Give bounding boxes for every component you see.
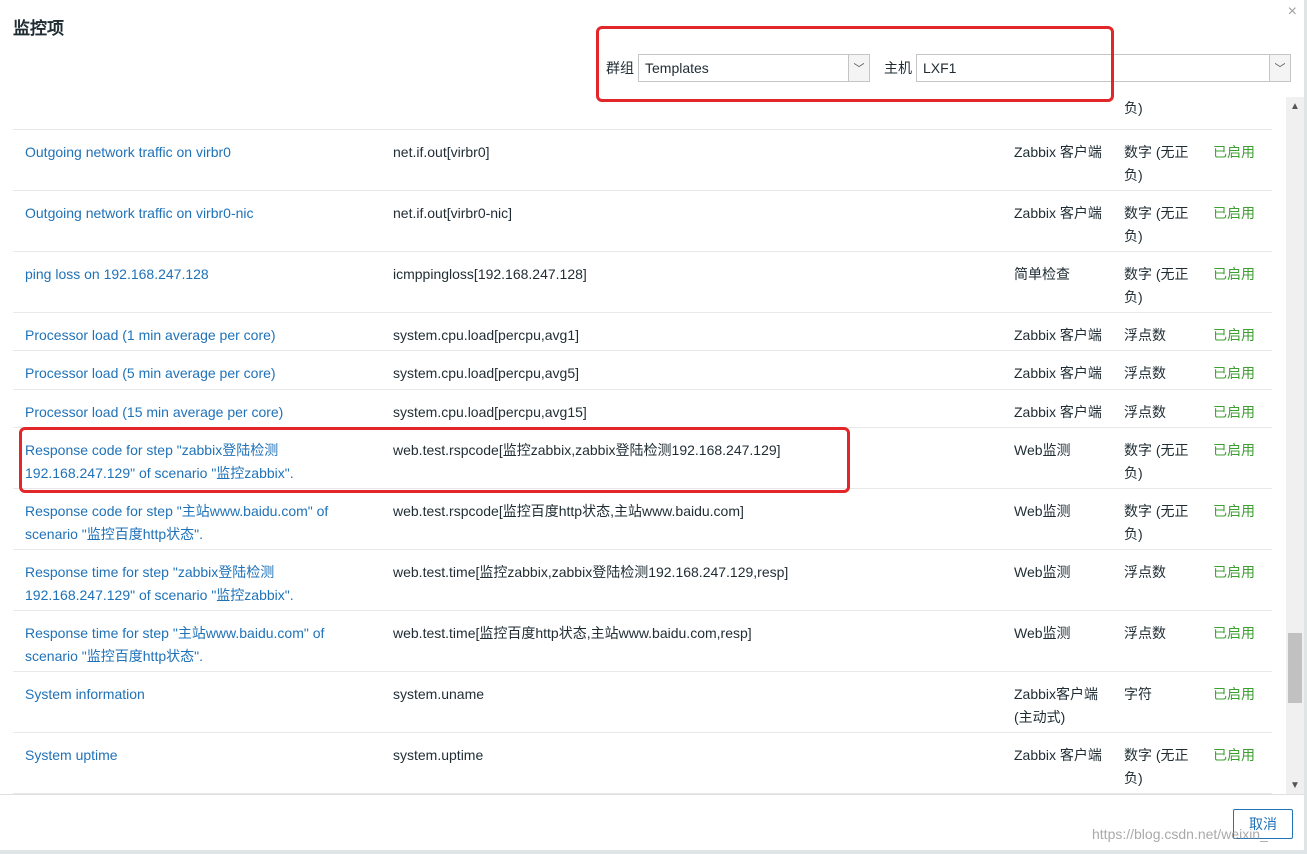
item-data-type: 浮点数: [1124, 564, 1166, 580]
item-data-type: 字符: [1124, 686, 1152, 702]
item-key: system.cpu.load[percpu,avg15]: [393, 404, 587, 420]
table-row: Response time for step "主站www.baidu.com"…: [13, 611, 1272, 672]
item-key: web.test.time[监控zabbix,zabbix登陆检测192.168…: [393, 564, 789, 580]
scroll-up-icon[interactable]: ▲: [1286, 97, 1304, 115]
filter-bar: 群组 Templates ﹀ 主机 LXF1 ﹀: [606, 53, 1291, 83]
table-row: Processor load (5 min average per core) …: [13, 351, 1272, 390]
scrollbar-thumb[interactable]: [1288, 633, 1302, 703]
item-name-link[interactable]: Outgoing network traffic on virbr0-nic: [25, 202, 365, 225]
host-select-value: LXF1: [923, 60, 957, 76]
item-status[interactable]: 已启用: [1213, 683, 1272, 706]
item-name-link[interactable]: System uptime: [25, 744, 365, 767]
item-key: net.if.out[virbr0-nic]: [393, 205, 513, 221]
item-type: Web监测: [1014, 564, 1071, 580]
item-status[interactable]: 已启用: [1213, 622, 1272, 645]
item-name-link[interactable]: Processor load (15 min average per core): [25, 401, 365, 424]
table-row: Outgoing network traffic on virbr0-nic n…: [13, 191, 1272, 252]
table-row: Response time for step "zabbix登陆检测 192.1…: [13, 550, 1272, 611]
item-name-link[interactable]: Processor load (1 min average per core): [25, 324, 365, 347]
item-name-link[interactable]: Processor load (5 min average per core): [25, 362, 365, 385]
item-key: web.test.rspcode[监控zabbix,zabbix登陆检测192.…: [393, 442, 781, 458]
item-key: web.test.time[监控百度http状态,主站www.baidu.com…: [393, 625, 752, 641]
item-type: Zabbix客户端 (主动式): [1014, 686, 1099, 725]
item-data-type: 数字 (无正负): [1124, 144, 1189, 183]
item-status[interactable]: 已启用: [1213, 324, 1272, 347]
dialog-title: 监控项: [13, 19, 64, 38]
table-row: Processor load (1 min average per core) …: [13, 313, 1272, 351]
item-type: Web监测: [1014, 625, 1071, 641]
item-status[interactable]: 已启用: [1213, 362, 1272, 385]
table-row: System uptime system.uptime Zabbix 客户端 数…: [13, 733, 1272, 794]
item-name-link[interactable]: Response time for step "zabbix登陆检测 192.1…: [25, 561, 365, 607]
item-type: Zabbix 客户端: [1014, 747, 1102, 763]
close-icon[interactable]: ×: [1288, 3, 1297, 21]
item-data-type: 数字 (无正负): [1124, 503, 1189, 542]
item-status[interactable]: 已启用: [1213, 744, 1272, 767]
item-status[interactable]: 已启用: [1213, 202, 1272, 225]
item-name-link[interactable]: Response time for step "主站www.baidu.com"…: [25, 622, 365, 668]
item-data-type: 浮点数: [1124, 625, 1166, 641]
item-status[interactable]: 已启用: [1213, 500, 1272, 523]
item-data-type: 数字 (无正负): [1124, 747, 1189, 786]
table-row: Response code for step "zabbix登陆检测 192.1…: [13, 428, 1272, 489]
table-row: Processor load (15 min average per core)…: [13, 390, 1272, 428]
item-type: Zabbix 客户端: [1014, 404, 1102, 420]
item-status[interactable]: 已启用: [1213, 141, 1272, 164]
item-key: system.cpu.load[percpu,avg1]: [393, 327, 579, 343]
item-type: Zabbix 客户端: [1014, 327, 1102, 343]
chevron-down-icon[interactable]: ﹀: [1269, 55, 1290, 81]
item-key: system.cpu.load[percpu,avg5]: [393, 365, 579, 381]
item-type: Web监测: [1014, 442, 1071, 458]
item-name-link[interactable]: Response code for step "主站www.baidu.com"…: [25, 500, 365, 546]
item-name-link[interactable]: ping loss on 192.168.247.128: [25, 263, 365, 286]
footer-divider: [0, 794, 1307, 795]
item-name-link[interactable]: Response code for step "zabbix登陆检测 192.1…: [25, 439, 365, 485]
item-data-type: 数字 (无正负): [1124, 266, 1189, 305]
items-list[interactable]: 负) Outgoing network traffic on virbr0 ne…: [13, 97, 1272, 794]
table-row-partial: 负): [13, 97, 1272, 130]
item-data-type: 数字 (无正负): [1124, 442, 1189, 481]
item-type: 简单检查: [1014, 266, 1070, 282]
item-key: system.uname: [393, 686, 485, 702]
table-row: Response code for step "主站www.baidu.com"…: [13, 489, 1272, 550]
table-row: ping loss on 192.168.247.128 icmppinglos…: [13, 252, 1272, 313]
group-select-value: Templates: [645, 60, 709, 76]
item-type: Zabbix 客户端: [1014, 365, 1102, 381]
group-label: 群组: [606, 60, 634, 76]
item-key: icmppingloss[192.168.247.128]: [393, 266, 587, 282]
chevron-down-icon[interactable]: ﹀: [848, 55, 869, 81]
item-data-type: 浮点数: [1124, 327, 1166, 343]
item-data-type: 数字 (无正负): [1124, 205, 1189, 244]
dialog-bottom-border: [0, 850, 1307, 854]
host-label: 主机: [884, 60, 912, 76]
item-data-type: 浮点数: [1124, 404, 1166, 420]
table-row: Outgoing network traffic on virbr0 net.i…: [13, 130, 1272, 191]
item-name-link[interactable]: Outgoing network traffic on virbr0: [25, 141, 365, 164]
item-name-link[interactable]: System information: [25, 683, 365, 706]
item-status[interactable]: 已启用: [1213, 263, 1272, 286]
vertical-scrollbar[interactable]: ▲ ▼: [1286, 97, 1304, 794]
item-type: Zabbix 客户端: [1014, 205, 1102, 221]
item-data-type: 浮点数: [1124, 365, 1166, 381]
host-select[interactable]: LXF1 ﹀: [916, 54, 1291, 82]
item-key: web.test.rspcode[监控百度http状态,主站www.baidu.…: [393, 503, 744, 519]
table-row: System information system.uname Zabbix客户…: [13, 672, 1272, 733]
scroll-down-icon[interactable]: ▼: [1286, 776, 1304, 794]
item-status[interactable]: 已启用: [1213, 439, 1272, 462]
item-type: Zabbix 客户端: [1014, 144, 1102, 160]
item-key: system.uptime: [393, 747, 484, 763]
item-type: Web监测: [1014, 503, 1071, 519]
partial-dtype: 负): [1124, 100, 1143, 116]
watermark-text: https://blog.csdn.net/weixin_: [1092, 826, 1268, 842]
item-status[interactable]: 已启用: [1213, 561, 1272, 584]
group-select[interactable]: Templates ﹀: [638, 54, 870, 82]
item-key: net.if.out[virbr0]: [393, 144, 490, 160]
item-status[interactable]: 已启用: [1213, 401, 1272, 424]
